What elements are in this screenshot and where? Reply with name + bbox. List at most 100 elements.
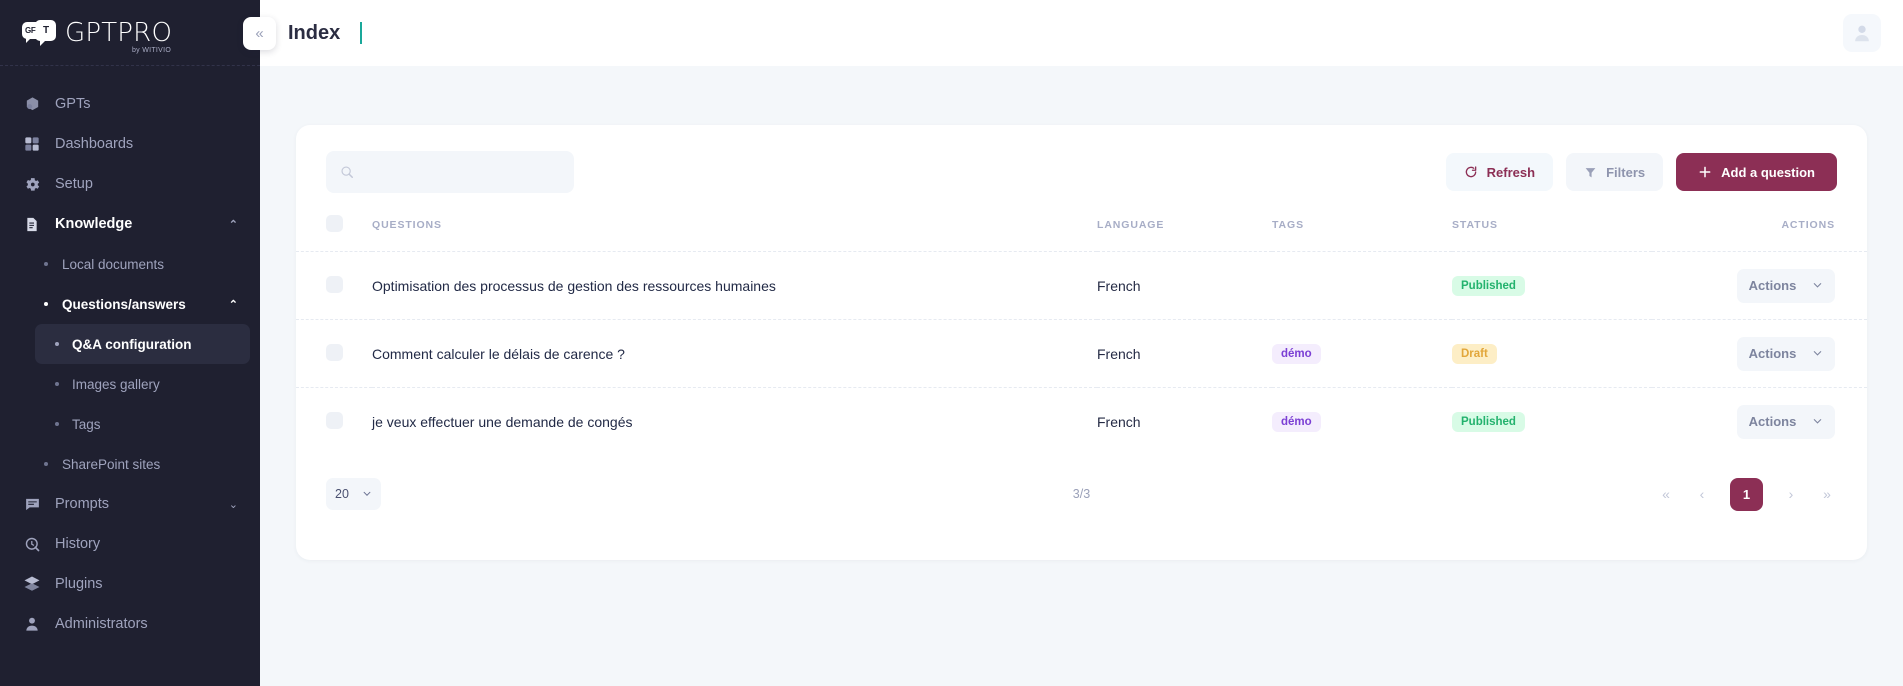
- select-all-header: [296, 215, 372, 252]
- select-all-checkbox[interactable]: [326, 215, 343, 232]
- row-tags: [1272, 252, 1452, 320]
- filters-button[interactable]: Filters: [1566, 153, 1663, 191]
- sidebar-item-label: Setup: [55, 176, 93, 192]
- row-status: Published: [1452, 388, 1652, 456]
- row-checkbox[interactable]: [326, 276, 343, 293]
- table-row[interactable]: Comment calculer le délais de carence ? …: [296, 320, 1867, 388]
- bullet-icon: [55, 342, 59, 346]
- row-checkbox[interactable]: [326, 344, 343, 361]
- brand-subtitle: by WITIVIO: [132, 47, 171, 54]
- logo-badge-right: T: [43, 25, 49, 36]
- header-status[interactable]: STATUS: [1452, 215, 1652, 252]
- next-page-button[interactable]: ›: [1783, 486, 1799, 502]
- brand-name: GPTPRO: [65, 18, 172, 48]
- sidebar-item-questions-answers[interactable]: Questions/answers ⌃: [0, 284, 260, 324]
- table-row[interactable]: Optimisation des processus de gestion de…: [296, 252, 1867, 320]
- chevron-double-left-icon: «: [255, 25, 263, 42]
- last-page-button[interactable]: »: [1819, 486, 1835, 502]
- toolbar-actions: Refresh Filters Add a question: [1446, 153, 1837, 191]
- table-footer: 20 3/3 « ‹ 1 › »: [296, 456, 1867, 511]
- actions-dropdown-button[interactable]: Actions: [1737, 405, 1835, 439]
- sidebar-item-gpts[interactable]: GPTs: [0, 84, 260, 124]
- actions-label: Actions: [1749, 346, 1797, 361]
- sidebar-item-knowledge[interactable]: Knowledge ⌃: [0, 204, 260, 244]
- sidebar-item-images-gallery[interactable]: Images gallery: [35, 364, 250, 404]
- page-size-select[interactable]: 20: [326, 478, 381, 510]
- sidebar-item-history[interactable]: History: [0, 524, 260, 564]
- first-page-button[interactable]: «: [1658, 486, 1674, 502]
- sidebar: GF T GPTPRO by WITIVIO GPTs Dashboards: [0, 0, 260, 686]
- sidebar-item-label: Prompts: [55, 496, 109, 512]
- actions-dropdown-button[interactable]: Actions: [1737, 269, 1835, 303]
- table-header-row: QUESTIONS LANGUAGE TAGS STATUS ACTIONS: [296, 215, 1867, 252]
- sidebar-item-administrators[interactable]: Administrators: [0, 604, 260, 644]
- sidebar-item-label: GPTs: [55, 96, 90, 112]
- status-badge: Published: [1452, 412, 1525, 432]
- questions-card: Refresh Filters Add a question: [296, 125, 1867, 560]
- add-question-button[interactable]: Add a question: [1676, 153, 1837, 191]
- filters-label: Filters: [1606, 165, 1645, 180]
- row-question[interactable]: Comment calculer le délais de carence ?: [372, 320, 1097, 388]
- sidebar-item-label: History: [55, 536, 100, 552]
- row-checkbox[interactable]: [326, 412, 343, 429]
- document-icon: [22, 216, 42, 233]
- content-area: Refresh Filters Add a question: [260, 66, 1903, 686]
- row-select-cell: [296, 388, 372, 456]
- row-actions: Actions: [1652, 252, 1867, 320]
- sidebar-item-plugins[interactable]: Plugins: [0, 564, 260, 604]
- sidebar-item-label: Images gallery: [72, 377, 160, 392]
- bullet-icon: [44, 462, 48, 466]
- row-question[interactable]: je veux effectuer une demande de congés: [372, 388, 1097, 456]
- chevron-down-icon: [1812, 280, 1823, 291]
- sidebar-item-qa-configuration[interactable]: Q&A configuration: [35, 324, 250, 364]
- logo-badge-left: GF: [25, 26, 36, 35]
- sidebar-item-local-documents[interactable]: Local documents: [0, 244, 260, 284]
- table-row[interactable]: je veux effectuer une demande de congés …: [296, 388, 1867, 456]
- row-tags: démo: [1272, 388, 1452, 456]
- row-language: French: [1097, 320, 1272, 388]
- sidebar-collapse-button[interactable]: «: [243, 17, 276, 50]
- plus-icon: [1698, 165, 1712, 179]
- questions-table: QUESTIONS LANGUAGE TAGS STATUS ACTIONS: [296, 215, 1867, 456]
- avatar[interactable]: [1843, 14, 1881, 52]
- row-question[interactable]: Optimisation des processus de gestion de…: [372, 252, 1097, 320]
- sidebar-item-label: Local documents: [62, 257, 164, 272]
- row-actions: Actions: [1652, 320, 1867, 388]
- chevron-down-icon: [362, 489, 372, 499]
- header-language[interactable]: LANGUAGE: [1097, 215, 1272, 252]
- header-tags[interactable]: TAGS: [1272, 215, 1452, 252]
- refresh-button[interactable]: Refresh: [1446, 153, 1553, 191]
- header-questions[interactable]: QUESTIONS: [372, 215, 1097, 252]
- user-avatar-icon: [1851, 22, 1873, 44]
- grid-icon: [22, 136, 42, 152]
- sidebar-item-sharepoint-sites[interactable]: SharePoint sites: [0, 444, 260, 484]
- row-select-cell: [296, 320, 372, 388]
- header-actions: ACTIONS: [1652, 215, 1867, 252]
- bullet-icon: [55, 382, 59, 386]
- main-area: « Index Refresh: [260, 0, 1903, 686]
- add-question-label: Add a question: [1721, 165, 1815, 180]
- search-input[interactable]: [363, 165, 553, 180]
- sidebar-item-label: Plugins: [55, 576, 103, 592]
- page-title: Index: [288, 22, 340, 45]
- tag-badge: démo: [1272, 344, 1321, 364]
- user-icon: [22, 616, 42, 632]
- topbar: « Index: [260, 0, 1903, 66]
- table-body: Optimisation des processus de gestion de…: [296, 252, 1867, 456]
- sidebar-item-dashboards[interactable]: Dashboards: [0, 124, 260, 164]
- pagination: « ‹ 1 › »: [1658, 478, 1835, 511]
- history-icon: [22, 536, 42, 553]
- sidebar-item-setup[interactable]: Setup: [0, 164, 260, 204]
- sidebar-item-tags[interactable]: Tags: [35, 404, 250, 444]
- actions-dropdown-button[interactable]: Actions: [1737, 337, 1835, 371]
- search-box[interactable]: [326, 151, 574, 193]
- status-badge: Published: [1452, 276, 1525, 296]
- previous-page-button[interactable]: ‹: [1694, 486, 1710, 502]
- title-divider: [360, 22, 362, 44]
- sidebar-item-label: SharePoint sites: [62, 457, 160, 472]
- sidebar-item-prompts[interactable]: Prompts ⌄: [0, 484, 260, 524]
- page-number-button[interactable]: 1: [1730, 478, 1763, 511]
- app-root: GF T GPTPRO by WITIVIO GPTs Dashboards: [0, 0, 1903, 686]
- brand-logo[interactable]: GF T GPTPRO by WITIVIO: [0, 0, 260, 66]
- cube-icon: [22, 96, 42, 113]
